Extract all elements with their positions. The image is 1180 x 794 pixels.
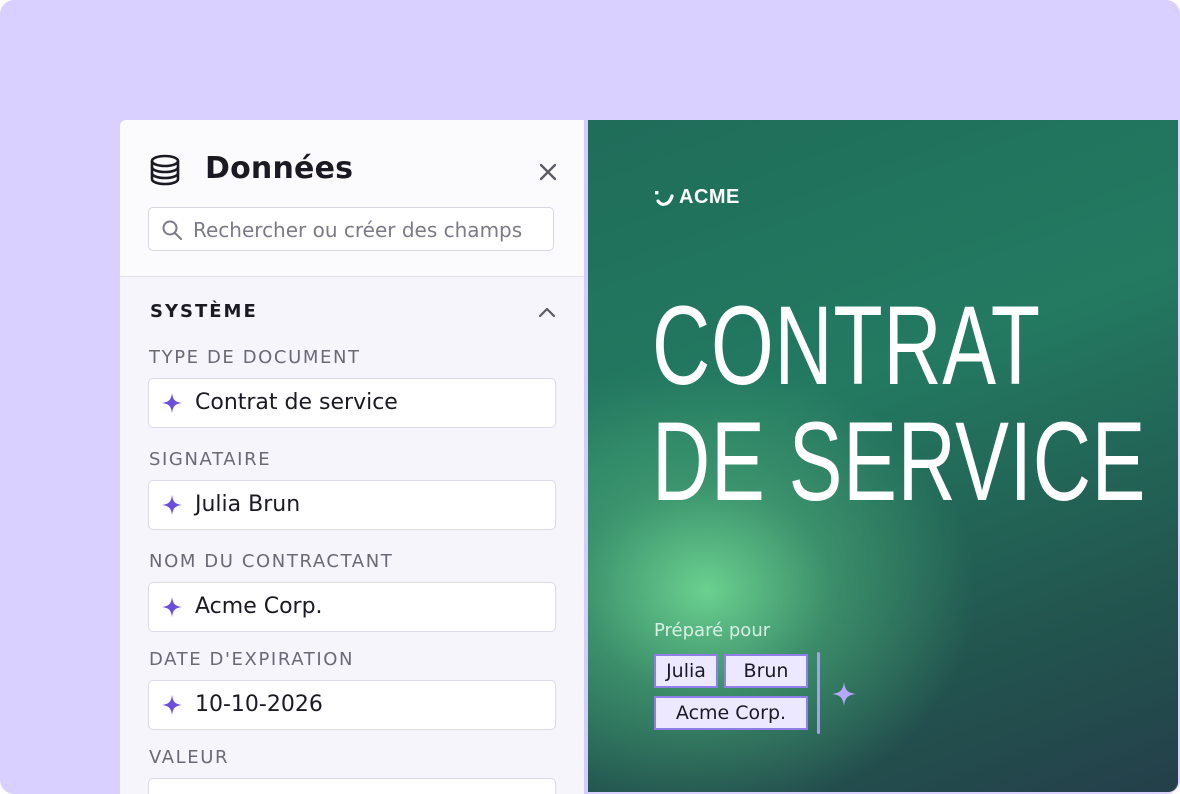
field-value-amount[interactable] [148, 778, 556, 794]
field-label-signatory: SIGNATAIRE [149, 449, 272, 470]
field-value: Julia Brun [195, 492, 301, 517]
sparkle-icon [162, 597, 182, 617]
data-panel: Données SYSTÈME TYPE DE DOCUMENT Contrat… [120, 120, 584, 794]
title-line-2: DE SERVICE [652, 399, 1147, 524]
chip-company[interactable]: Acme Corp. [654, 696, 808, 730]
sparkle-icon[interactable] [831, 681, 857, 707]
title-line-1: CONTRAT [652, 283, 1041, 408]
sparkle-icon [162, 393, 182, 413]
prepared-for-label: Préparé pour [654, 620, 771, 641]
field-value: Contrat de service [195, 390, 398, 415]
document-preview: ACME CONTRAT DE SERVICE Préparé pour Jul… [588, 120, 1178, 792]
field-value: 10-10-2026 [195, 692, 323, 717]
field-label-document-type: TYPE DE DOCUMENT [149, 347, 361, 368]
field-label-value: VALEUR [149, 747, 230, 768]
section-title: SYSTÈME [150, 301, 258, 322]
chevron-up-icon[interactable] [536, 302, 558, 324]
chip-last-name[interactable]: Brun [724, 654, 808, 688]
document-title: CONTRAT DE SERVICE [652, 283, 1147, 524]
field-expiration-date[interactable]: 10-10-2026 [148, 680, 556, 730]
search-icon [162, 220, 182, 240]
field-value: Acme Corp. [195, 594, 323, 619]
panel-header: Données [120, 120, 584, 277]
selection-bar [817, 652, 820, 734]
app-canvas: Données SYSTÈME TYPE DE DOCUMENT Contrat… [0, 0, 1180, 794]
field-contractor-name[interactable]: Acme Corp. [148, 582, 556, 632]
sparkle-icon [162, 695, 182, 715]
panel-title: Données [205, 151, 354, 186]
logo-text: ACME [679, 186, 740, 208]
chip-first-name[interactable]: Julia [654, 654, 718, 688]
smile-logo-icon [655, 191, 674, 206]
database-icon [150, 154, 180, 186]
field-document-type[interactable]: Contrat de service [148, 378, 556, 428]
search-field[interactable] [148, 207, 554, 251]
field-label-expiration-date: DATE D'EXPIRATION [149, 649, 355, 670]
close-icon[interactable] [532, 156, 564, 188]
field-signatory[interactable]: Julia Brun [148, 480, 556, 530]
field-label-contractor-name: NOM DU CONTRACTANT [149, 551, 394, 572]
search-input[interactable] [191, 208, 553, 251]
sparkle-icon [162, 495, 182, 515]
